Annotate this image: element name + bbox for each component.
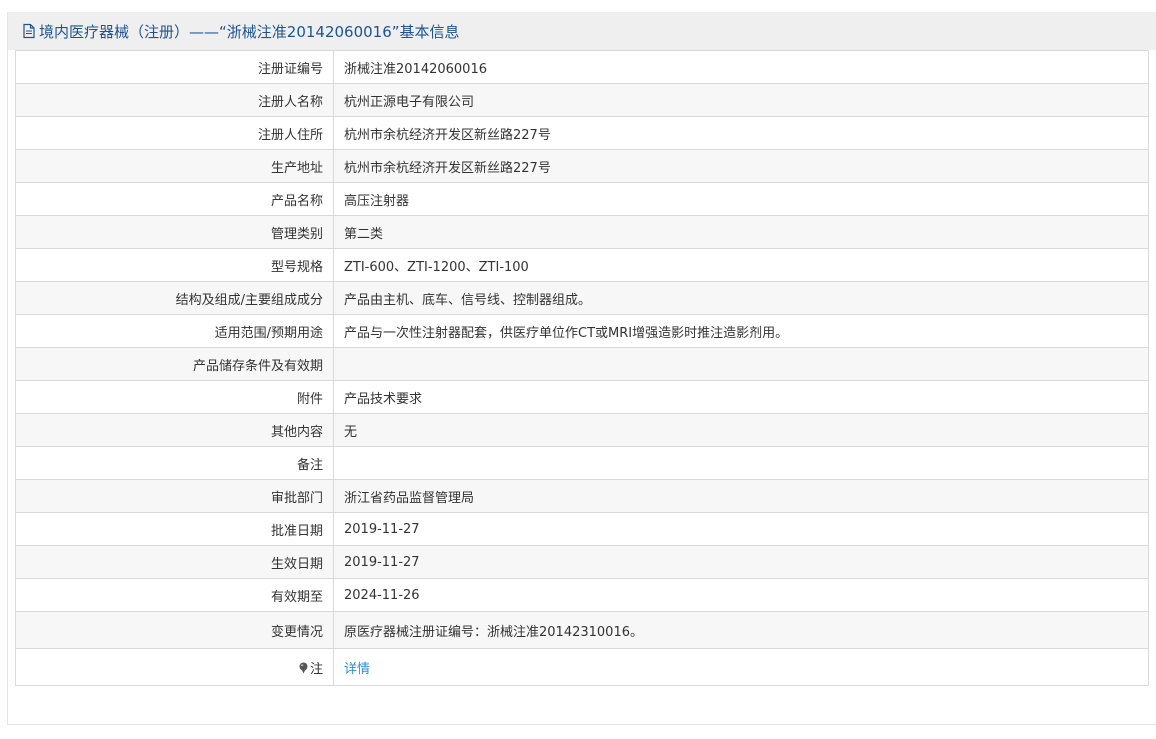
details-link[interactable]: 详情 [344, 662, 370, 677]
row-value: 原医疗器械注册证编号：浙械注准20142310016。 [333, 611, 1149, 649]
row-label: 批准日期 [15, 512, 334, 546]
row-value: 杭州市余杭经济开发区新丝路227号 [333, 149, 1149, 183]
table-row: 产品名称 高压注射器 [15, 182, 1149, 216]
table-row: 型号规格 ZTI-600、ZTI-1200、ZTI-100 [15, 248, 1149, 282]
row-value: 浙械注准20142060016 [333, 50, 1149, 84]
table-row: 备注 [15, 446, 1149, 480]
row-label: 有效期至 [15, 578, 334, 612]
table-row: 适用范围/预期用途 产品与一次性注射器配套，供医疗单位作CT或MRI增强造影时推注… [15, 314, 1149, 348]
row-label: 附件 [15, 380, 334, 414]
row-label: 注册人住所 [15, 116, 334, 150]
pin-icon [298, 662, 309, 674]
row-label: 其他内容 [15, 413, 334, 447]
table-row: 变更情况 原医疗器械注册证编号：浙械注准20142310016。 [15, 611, 1149, 649]
row-value: 浙江省药品监督管理局 [333, 479, 1149, 513]
row-value: 无 [333, 413, 1149, 447]
table-row: 注册人住所 杭州市余杭经济开发区新丝路227号 [15, 116, 1149, 150]
row-value: 2019-11-27 [333, 512, 1149, 546]
row-label: 产品名称 [15, 182, 334, 216]
table-row: 生效日期 2019-11-27 [15, 545, 1149, 579]
panel-header: 境内医疗器械（注册）——“浙械注准20142060016”基本信息 [8, 12, 1156, 50]
row-value: ZTI-600、ZTI-1200、ZTI-100 [333, 248, 1149, 282]
table-row: 注册人名称 杭州正源电子有限公司 [15, 83, 1149, 117]
row-value: 产品与一次性注射器配套，供医疗单位作CT或MRI增强造影时推注造影剂用。 [333, 314, 1149, 348]
row-value: 产品技术要求 [333, 380, 1149, 414]
table-row: 生产地址 杭州市余杭经济开发区新丝路227号 [15, 149, 1149, 183]
document-icon [22, 23, 36, 39]
table-row: 有效期至 2024-11-26 [15, 578, 1149, 612]
row-value: 高压注射器 [333, 182, 1149, 216]
row-value: 杭州市余杭经济开发区新丝路227号 [333, 116, 1149, 150]
row-label: 注册人名称 [15, 83, 334, 117]
row-value: 2024-11-26 [333, 578, 1149, 612]
table-row: 结构及组成/主要组成成分 产品由主机、底车、信号线、控制器组成。 [15, 281, 1149, 315]
row-value: 杭州正源电子有限公司 [333, 83, 1149, 117]
table-row: 审批部门 浙江省药品监督管理局 [15, 479, 1149, 513]
row-label: 注册证编号 [15, 50, 334, 84]
row-label: 管理类别 [15, 215, 334, 249]
table-row-note: 注 详情 [15, 648, 1149, 686]
row-label: 结构及组成/主要组成成分 [15, 281, 334, 315]
row-label: 型号规格 [15, 248, 334, 282]
row-value: 2019-11-27 [333, 545, 1149, 579]
table-row: 其他内容无 [15, 413, 1149, 447]
row-value: 第二类 [333, 215, 1149, 249]
row-label: 产品储存条件及有效期 [15, 347, 334, 381]
row-value: 详情 [333, 648, 1149, 686]
table-row: 管理类别 第二类 [15, 215, 1149, 249]
row-value [333, 446, 1149, 480]
page-title: 境内医疗器械（注册）——“浙械注准20142060016”基本信息 [39, 22, 460, 41]
table-row: 产品储存条件及有效期 [15, 347, 1149, 381]
row-value [333, 347, 1149, 381]
row-value: 产品由主机、底车、信号线、控制器组成。 [333, 281, 1149, 315]
row-label: 审批部门 [15, 479, 334, 513]
row-label: 变更情况 [15, 611, 334, 649]
table-row: 注册证编号 浙械注准20142060016 [15, 50, 1149, 84]
row-label: 备注 [15, 446, 334, 480]
table-row: 附件 产品技术要求 [15, 380, 1149, 414]
row-label: 生产地址 [15, 149, 334, 183]
table-row: 批准日期 2019-11-27 [15, 512, 1149, 546]
info-table: 注册证编号 浙械注准20142060016 注册人名称 杭州正源电子有限公司 注册人住所… [15, 50, 1149, 686]
row-label: 生效日期 [15, 545, 334, 579]
row-label: 注 [15, 648, 334, 686]
note-label: 注 [309, 661, 323, 677]
row-label: 适用范围/预期用途 [15, 314, 334, 348]
